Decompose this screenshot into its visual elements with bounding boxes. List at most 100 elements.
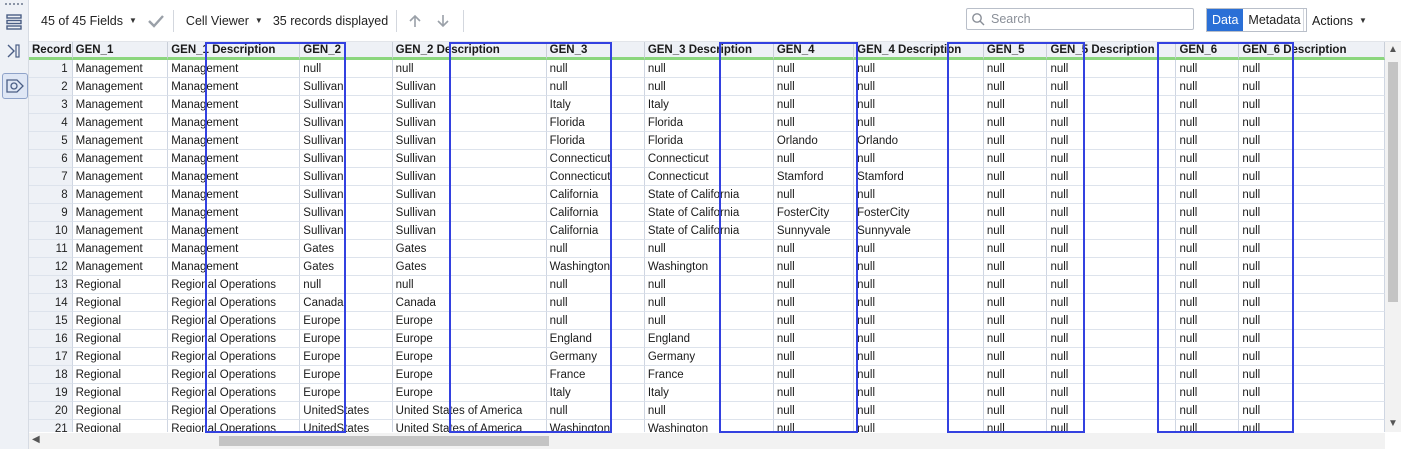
table-cell[interactable]: null — [983, 132, 1048, 150]
table-cell[interactable]: Florida — [644, 114, 774, 132]
table-cell[interactable]: null — [1176, 276, 1240, 294]
table-cell[interactable]: Washington — [645, 420, 774, 432]
table-cell[interactable]: null — [392, 60, 547, 78]
table-cell[interactable]: null — [1176, 240, 1240, 258]
table-cell[interactable]: Germany — [546, 348, 645, 366]
table-cell[interactable]: null — [773, 348, 855, 366]
table-cell[interactable]: null — [773, 366, 855, 384]
table-cell[interactable]: null — [1176, 78, 1240, 96]
table-cell[interactable]: null — [1239, 186, 1385, 204]
cell-viewer-dropdown[interactable]: Cell Viewer ▼ — [186, 0, 263, 41]
table-row[interactable]: 19 Regional Regional Operations Europe Europ… — [29, 384, 1385, 402]
table-cell[interactable]: null — [546, 294, 645, 312]
table-cell[interactable]: Regional — [72, 366, 169, 384]
table-cell[interactable]: California — [546, 186, 645, 204]
table-cell[interactable]: Italy — [546, 96, 645, 114]
table-cell[interactable]: Europe — [300, 366, 393, 384]
table-cell[interactable]: Regional — [72, 276, 169, 294]
tab-metadata[interactable]: Metadata — [1243, 9, 1306, 31]
table-cell[interactable]: Sunnyvale — [854, 222, 984, 240]
table-cell[interactable]: null — [983, 294, 1048, 312]
table-row[interactable]: 20 Regional Regional Operations UnitedState… — [29, 402, 1385, 420]
table-cell[interactable]: null — [546, 60, 645, 78]
table-cell[interactable]: null — [773, 330, 855, 348]
table-cell[interactable]: State of California — [644, 204, 774, 222]
table-cell[interactable]: null — [1047, 150, 1177, 168]
table-cell[interactable]: Sullivan — [392, 204, 547, 222]
table-cell[interactable]: null — [773, 294, 855, 312]
table-cell[interactable]: null — [1239, 366, 1385, 384]
table-cell[interactable]: Management — [168, 96, 301, 114]
table-cell[interactable]: Europe — [392, 366, 547, 384]
table-row[interactable]: 3 Management Management Sullivan Sullivan Ita… — [29, 96, 1385, 114]
table-cell[interactable]: Orlando — [854, 132, 984, 150]
scroll-left-icon[interactable]: ◀ — [32, 434, 40, 445]
table-cell[interactable]: Management — [168, 114, 301, 132]
table-cell[interactable]: France — [546, 366, 645, 384]
table-cell[interactable]: null — [983, 330, 1048, 348]
table-cell[interactable]: Management — [168, 258, 301, 276]
horizontal-scrollbar[interactable]: ◀ — [29, 433, 1385, 449]
table-cell[interactable]: Gates — [392, 258, 547, 276]
column-header[interactable]: GEN_1 Description — [168, 42, 301, 60]
scroll-up-icon[interactable]: ▲ — [1388, 44, 1398, 55]
table-cell[interactable]: null — [1047, 78, 1177, 96]
output-anchor-icon[interactable] — [2, 73, 28, 99]
table-cell[interactable]: null — [1176, 114, 1240, 132]
table-cell[interactable]: State of California — [644, 222, 774, 240]
table-cell[interactable]: Italy — [644, 96, 774, 114]
drag-grip-icon[interactable] — [5, 3, 23, 7]
table-cell[interactable]: Washington — [644, 258, 774, 276]
table-cell[interactable]: null — [1239, 348, 1385, 366]
table-cell[interactable]: null — [1176, 258, 1240, 276]
table-cell[interactable]: null — [854, 384, 984, 402]
table-cell[interactable]: null — [1239, 402, 1385, 420]
table-cell[interactable]: Europe — [392, 348, 547, 366]
actions-dropdown[interactable]: Actions ▼ — [1312, 0, 1367, 41]
table-cell[interactable]: null — [983, 384, 1048, 402]
table-cell[interactable]: null — [773, 60, 855, 78]
table-cell[interactable]: null — [300, 60, 393, 78]
scrollbar-thumb[interactable] — [1388, 62, 1398, 302]
table-cell[interactable]: UnitedStates — [300, 420, 393, 432]
table-cell[interactable]: null — [854, 258, 984, 276]
table-cell[interactable]: null — [1176, 222, 1240, 240]
table-cell[interactable]: Management — [168, 204, 301, 222]
table-cell[interactable]: Italy — [644, 384, 774, 402]
table-cell[interactable]: Germany — [644, 348, 774, 366]
table-cell[interactable]: null — [1239, 96, 1385, 114]
table-cell[interactable]: Gates — [300, 258, 393, 276]
column-header[interactable]: GEN_5 — [983, 42, 1048, 60]
table-cell[interactable]: null — [854, 186, 984, 204]
table-cell[interactable]: Canada — [392, 294, 547, 312]
table-cell[interactable]: Europe — [300, 312, 393, 330]
table-cell[interactable]: Sullivan — [300, 114, 393, 132]
table-cell[interactable]: null — [644, 312, 774, 330]
table-cell[interactable]: null — [1047, 240, 1177, 258]
table-cell[interactable]: Sullivan — [392, 114, 547, 132]
table-cell[interactable]: Regional Operations — [168, 384, 301, 402]
table-cell[interactable]: Sullivan — [300, 186, 393, 204]
table-cell[interactable]: Regional — [73, 420, 169, 432]
table-cell[interactable]: null — [1047, 96, 1177, 114]
checkmark-icon[interactable] — [147, 0, 165, 41]
table-cell[interactable]: null — [774, 420, 855, 432]
table-cell[interactable]: null — [546, 276, 645, 294]
table-cell[interactable]: null — [1176, 330, 1240, 348]
table-cell[interactable]: null — [854, 420, 984, 432]
table-cell[interactable]: null — [300, 276, 393, 294]
table-cell[interactable]: Stamford — [854, 168, 984, 186]
table-cell[interactable]: null — [773, 258, 855, 276]
table-cell[interactable]: null — [1239, 168, 1385, 186]
column-header[interactable]: GEN_6 — [1176, 42, 1240, 60]
table-cell[interactable]: Regional — [72, 402, 169, 420]
table-cell[interactable]: null — [1047, 168, 1177, 186]
table-cell[interactable]: FosterCity — [773, 204, 855, 222]
table-cell[interactable]: null — [1176, 420, 1240, 432]
table-cell[interactable]: null — [1239, 150, 1385, 168]
table-cell[interactable]: null — [773, 114, 855, 132]
table-cell[interactable]: null — [773, 96, 855, 114]
table-cell[interactable]: Europe — [300, 348, 393, 366]
table-cell[interactable]: Washington — [546, 258, 645, 276]
table-cell[interactable]: Europe — [392, 384, 547, 402]
